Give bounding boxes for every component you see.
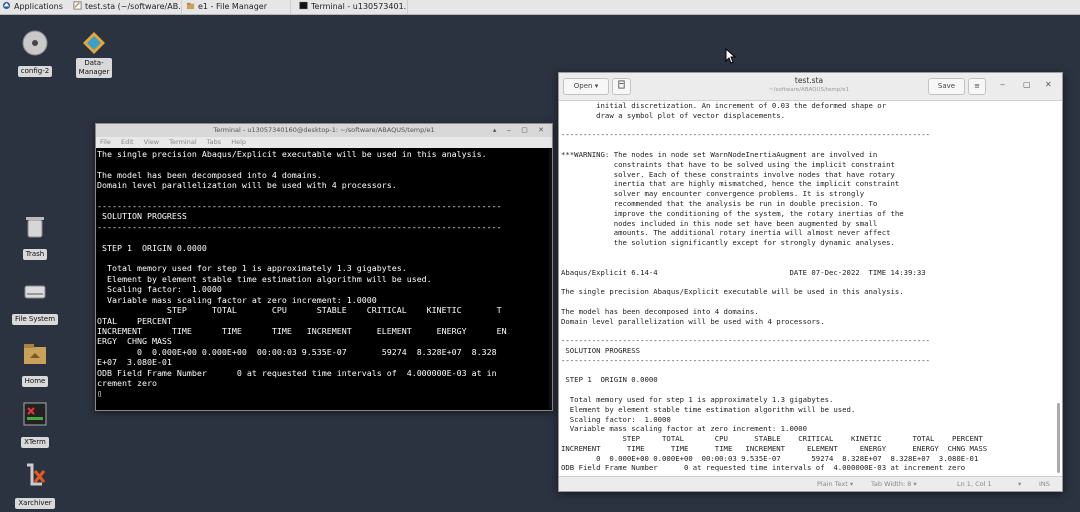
terminal-icon xyxy=(299,1,308,10)
taskbar-label: Terminal - u130573401... xyxy=(311,2,408,11)
taskbar-label: e1 - File Manager xyxy=(198,2,267,11)
editor-title-block: test.sta ~/software/ABAQUS/temp/e1 xyxy=(709,76,909,94)
desktop-icon-label: config-2 xyxy=(17,66,53,77)
applications-label: Applications xyxy=(14,2,63,11)
syntax-dropdown[interactable]: Plain Text ▾ xyxy=(817,477,853,491)
cursor-position[interactable]: Ln 1, Col 1 xyxy=(957,477,992,491)
save-button[interactable]: Save xyxy=(928,78,965,95)
xterm-icon xyxy=(22,401,48,427)
close-button[interactable]: ✕ xyxy=(1045,80,1052,89)
desktop-icon-label: Xarchiver xyxy=(15,498,55,509)
editor-statusbar: Plain Text ▾ Tab Width: 8 ▾ Ln 1, Col 1 … xyxy=(559,476,1062,491)
menu-view[interactable]: View xyxy=(144,138,159,146)
menu-help[interactable]: Help xyxy=(231,138,246,146)
terminal-output[interactable]: The single precision Abaqus/Explicit exe… xyxy=(97,149,549,409)
mouse-cursor-icon xyxy=(725,48,737,64)
open-button[interactable]: Open ▾ xyxy=(563,78,609,95)
mode-dropdown-arrow[interactable]: ▾ xyxy=(1018,477,1021,491)
maximize-button[interactable]: ▢ xyxy=(1023,80,1031,89)
new-document-button[interactable] xyxy=(612,78,631,95)
desktop-icon-xarchiver[interactable]: Xarchiver xyxy=(11,462,59,509)
desktop-icon-data-manager[interactable]: Data- Manager xyxy=(70,30,118,78)
taskbar-label: test.sta (~/software/AB... xyxy=(85,2,182,11)
text-editor-icon xyxy=(73,1,82,10)
top-panel: Applications test.sta (~/software/AB... … xyxy=(0,0,1080,15)
menu-tabs[interactable]: Tabs xyxy=(207,138,221,146)
insert-mode: INS xyxy=(1039,480,1050,488)
desktop-icon-label: XTerm xyxy=(21,437,49,448)
data-manager-icon xyxy=(81,30,107,56)
terminal-scrollbar[interactable] xyxy=(549,149,552,409)
editor-title: test.sta xyxy=(794,76,824,85)
terminal-title: Terminal - u13057340160@desktop-1: ~/sof… xyxy=(213,126,435,134)
desktop-icon-xterm[interactable]: XTerm xyxy=(11,401,59,448)
menu-file[interactable]: File xyxy=(100,138,111,146)
taskbar-item-terminal[interactable]: Terminal - u130573401... xyxy=(296,0,408,14)
xarchiver-icon xyxy=(22,462,48,488)
drive-icon xyxy=(22,278,48,304)
desktop-icon-label: Home xyxy=(21,376,49,387)
folder-icon xyxy=(186,2,195,10)
terminal-titlebar[interactable]: Terminal - u13057340160@desktop-1: ~/sof… xyxy=(96,124,552,137)
editor-scrollbar[interactable] xyxy=(1057,403,1060,473)
document-icon xyxy=(618,80,625,89)
applications-icon xyxy=(2,1,11,10)
editor-text-area[interactable]: initial discretization. An increment of … xyxy=(561,101,1057,476)
menu-terminal[interactable]: Terminal xyxy=(169,138,196,146)
editor-headerbar: Open ▾ test.sta ~/software/ABAQUS/temp/e… xyxy=(559,73,1062,101)
terminal-menubar: File Edit View Terminal Tabs Help xyxy=(96,137,552,148)
desktop-icon-config-2[interactable]: config-2 xyxy=(11,30,59,77)
text-editor-window[interactable]: Open ▾ test.sta ~/software/ABAQUS/temp/e… xyxy=(558,72,1063,492)
hamburger-menu-button[interactable]: ≡ xyxy=(968,78,986,95)
minimize-button[interactable]: ‒ xyxy=(1000,80,1005,89)
taskbar-item-file-manager[interactable]: e1 - File Manager xyxy=(183,0,291,14)
desktop-icon-trash[interactable]: Trash xyxy=(11,213,59,260)
disc-icon xyxy=(22,30,48,56)
trash-icon xyxy=(22,213,48,239)
terminal-window[interactable]: Terminal - u13057340160@desktop-1: ~/sof… xyxy=(95,123,553,411)
menu-edit[interactable]: Edit xyxy=(121,138,134,146)
desktop-icon-label: Trash xyxy=(22,249,48,260)
window-controls[interactable]: ▴ ‒ ▢ ✕ xyxy=(493,124,548,137)
tab-width-dropdown[interactable]: Tab Width: 8 ▾ xyxy=(871,477,917,491)
applications-menu[interactable]: Applications xyxy=(2,0,63,14)
editor-subtitle: ~/software/ABAQUS/temp/e1 xyxy=(769,87,849,93)
desktop-icon-home[interactable]: Home xyxy=(11,340,59,387)
desktop-icon-file-system[interactable]: File System xyxy=(11,278,59,325)
home-folder-icon xyxy=(22,340,48,366)
desktop-icon-label: File System xyxy=(11,314,59,325)
desktop-icon-label: Data- Manager xyxy=(75,58,113,78)
taskbar-item-editor[interactable]: test.sta (~/software/AB... xyxy=(70,0,182,14)
